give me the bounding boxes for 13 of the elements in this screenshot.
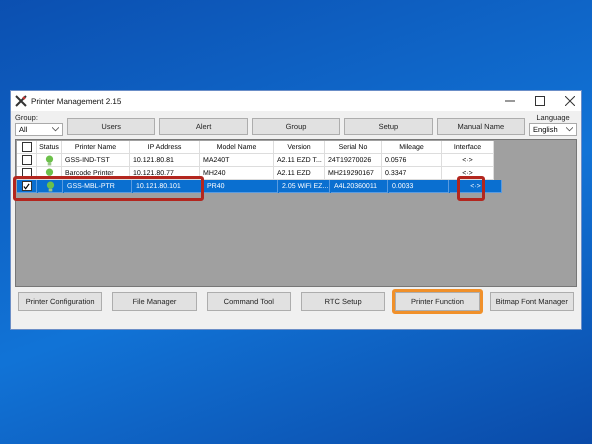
crossed-tools-icon [15,95,27,107]
checkmark-icon [23,182,30,190]
chevron-icon [566,127,574,132]
select-all-checkbox[interactable] [22,142,32,152]
lightbulb-icon [46,180,54,192]
maximize-icon[interactable] [535,96,545,106]
row-checkbox[interactable] [22,155,32,165]
row-checkbox[interactable] [22,181,32,191]
chevron-icon [52,127,59,132]
close-icon[interactable] [565,96,575,106]
window-title: Printer Management 2.15 [31,96,122,106]
lightbulb-icon [44,168,54,178]
lightbulb-icon [44,154,54,166]
